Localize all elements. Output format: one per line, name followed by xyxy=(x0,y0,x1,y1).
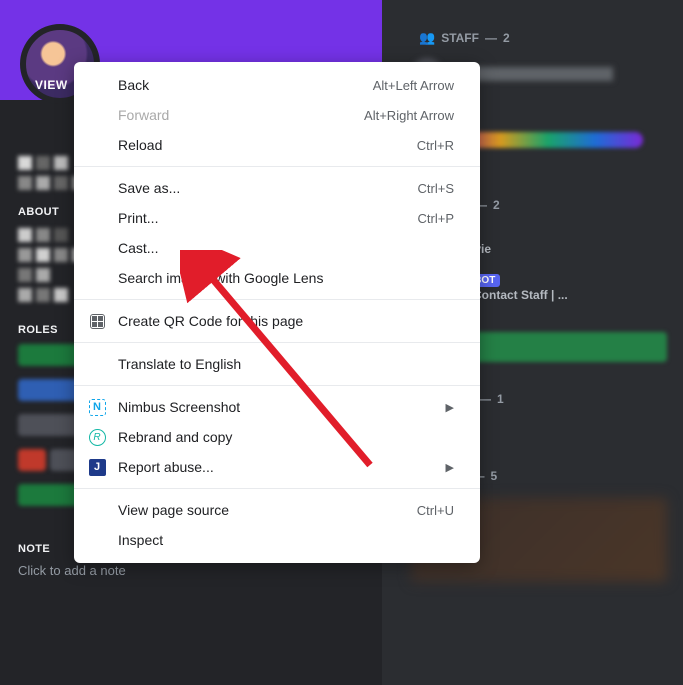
ctx-label: View page source xyxy=(118,502,229,518)
people-icon: 👥 xyxy=(419,30,435,46)
member-name-redacted xyxy=(453,132,643,148)
ctx-reload[interactable]: Reload Ctrl+R xyxy=(74,130,480,160)
group-count: 1 xyxy=(497,392,504,406)
ctx-shortcut: Ctrl+S xyxy=(418,181,454,196)
ctx-label: Back xyxy=(118,77,149,93)
member-group-header: 👥 STAFF — 2 xyxy=(395,24,683,52)
ctx-shortcut: Ctrl+U xyxy=(417,503,454,518)
rebrand-icon: R xyxy=(88,428,106,446)
group-label: STAFF xyxy=(441,31,479,45)
ctx-separator xyxy=(74,299,480,300)
ctx-label: Rebrand and copy xyxy=(118,429,232,445)
ctx-label: Report abuse... xyxy=(118,459,214,475)
ctx-print[interactable]: Print... Ctrl+P xyxy=(74,203,480,233)
ctx-label: Cast... xyxy=(118,240,158,256)
report-icon: J xyxy=(88,458,106,476)
ctx-translate[interactable]: Translate to English xyxy=(74,349,480,379)
ctx-separator xyxy=(74,342,480,343)
ctx-separator xyxy=(74,488,480,489)
ctx-separator xyxy=(74,385,480,386)
group-count: 5 xyxy=(491,469,498,483)
chevron-right-icon: ▶ xyxy=(446,401,454,414)
ctx-google-lens[interactable]: Search images with Google Lens xyxy=(74,263,480,293)
ctx-label: Inspect xyxy=(118,532,163,548)
ctx-shortcut: Ctrl+P xyxy=(418,211,454,226)
ctx-rebrand-copy[interactable]: R Rebrand and copy xyxy=(74,422,480,452)
context-menu: Back Alt+Left Arrow Forward Alt+Right Ar… xyxy=(74,62,480,563)
group-count: 2 xyxy=(493,198,500,212)
ctx-nimbus-screenshot[interactable]: N Nimbus Screenshot ▶ xyxy=(74,392,480,422)
ctx-label: Save as... xyxy=(118,180,180,196)
ctx-save-as[interactable]: Save as... Ctrl+S xyxy=(74,173,480,203)
ctx-back[interactable]: Back Alt+Left Arrow xyxy=(74,70,480,100)
ctx-separator xyxy=(74,166,480,167)
ctx-shortcut: Ctrl+R xyxy=(417,138,454,153)
ctx-inspect[interactable]: Inspect xyxy=(74,525,480,555)
ctx-cast[interactable]: Cast... xyxy=(74,233,480,263)
role-chip[interactable] xyxy=(18,449,46,471)
group-count: 2 xyxy=(503,31,510,45)
role-chip[interactable] xyxy=(18,379,80,401)
ctx-label: Forward xyxy=(118,107,169,123)
ctx-shortcut: Alt+Right Arrow xyxy=(364,108,454,123)
ctx-label: Translate to English xyxy=(118,356,241,372)
chevron-right-icon: ▶ xyxy=(446,461,454,474)
note-input[interactable]: Click to add a note xyxy=(18,563,364,578)
view-profile-label[interactable]: VIEW xyxy=(35,78,68,92)
ctx-label: Print... xyxy=(118,210,158,226)
ctx-report-abuse[interactable]: J Report abuse... ▶ xyxy=(74,452,480,482)
ctx-label: Nimbus Screenshot xyxy=(118,399,240,415)
ctx-view-source[interactable]: View page source Ctrl+U xyxy=(74,495,480,525)
ctx-shortcut: Alt+Left Arrow xyxy=(373,78,454,93)
ctx-forward: Forward Alt+Right Arrow xyxy=(74,100,480,130)
qr-icon xyxy=(88,312,106,330)
ctx-label: Search images with Google Lens xyxy=(118,270,323,286)
ctx-label: Reload xyxy=(118,137,162,153)
ctx-qr-code[interactable]: Create QR Code for this page xyxy=(74,306,480,336)
nimbus-icon: N xyxy=(88,398,106,416)
ctx-label: Create QR Code for this page xyxy=(118,313,303,329)
